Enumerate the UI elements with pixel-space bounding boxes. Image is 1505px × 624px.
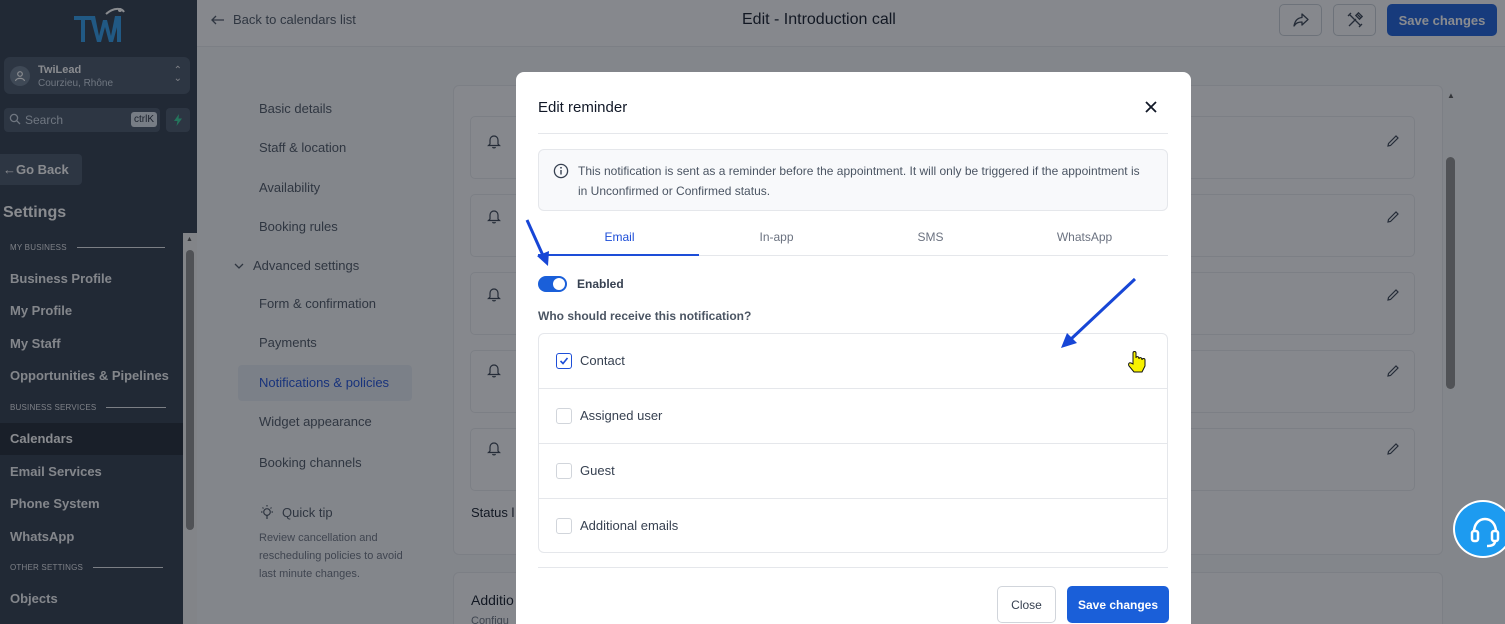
toggle-knob [553,278,565,290]
checkmark-icon [559,357,569,365]
assigned-user-checkbox[interactable] [556,408,572,424]
recipient-label: Guest [580,463,615,478]
modal-title: Edit reminder [538,99,628,116]
modal-save-button[interactable]: Save changes [1067,586,1169,623]
guest-checkbox[interactable] [556,463,572,479]
recipients-label: Who should receive this notification? [538,309,752,323]
channel-tabs: Email In-app SMS WhatsApp [538,220,1168,256]
tab-whatsapp[interactable]: WhatsApp [1007,230,1162,244]
recipient-label: Assigned user [580,408,663,423]
contact-checkbox[interactable] [556,353,572,369]
info-text: This notification is sent as a reminder … [578,164,1140,198]
recipient-label: Additional emails [580,518,679,533]
close-button[interactable]: Close [997,586,1056,623]
headset-icon [1470,517,1500,548]
tab-in-app[interactable]: In-app [699,230,854,244]
recipient-row-assigned-user[interactable]: Assigned user [539,389,1167,444]
tab-email[interactable]: Email [542,230,697,244]
close-icon[interactable] [1144,100,1158,114]
additional-emails-checkbox[interactable] [556,518,572,534]
enabled-label: Enabled [577,277,624,291]
tab-sms[interactable]: SMS [853,230,1008,244]
edit-reminder-modal: Edit reminder This notification is sent … [516,72,1191,624]
recipient-row-additional-emails[interactable]: Additional emails [539,499,1167,554]
recipient-row-contact[interactable]: Contact [539,334,1167,389]
info-icon [553,163,569,179]
recipient-row-guest[interactable]: Guest [539,444,1167,499]
info-box: This notification is sent as a reminder … [538,149,1168,211]
enabled-toggle[interactable] [538,276,567,292]
recipients-list: Contact Assigned user Guest Additional e… [538,333,1168,553]
active-tab-indicator [538,254,699,256]
recipient-label: Contact [580,353,625,368]
divider [538,133,1168,134]
support-chat-button[interactable] [1453,500,1505,558]
divider [538,567,1168,568]
